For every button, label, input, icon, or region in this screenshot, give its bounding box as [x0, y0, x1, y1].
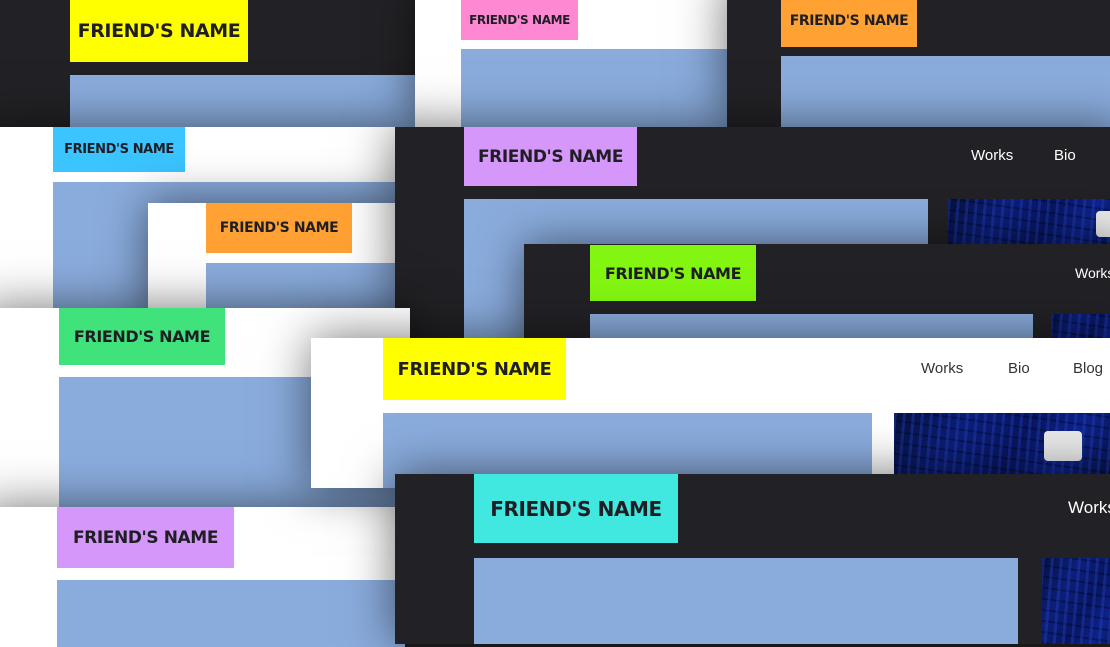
hero-placeholder	[70, 75, 415, 128]
nav-link-works[interactable]: Works	[921, 360, 963, 377]
nav-link-works[interactable]: Works	[1068, 498, 1110, 518]
friends-name-logo[interactable]: FRIEND'S NAME	[590, 245, 756, 301]
friends-name-logo[interactable]: FRIEND'S NAME	[57, 507, 234, 568]
friends-name-logo[interactable]: FRIEND'S NAME	[53, 127, 185, 172]
nav-link-blog[interactable]: Blog	[1073, 360, 1103, 377]
hero-placeholder	[57, 580, 405, 647]
nav-link-bio[interactable]: Bio	[1008, 360, 1030, 377]
site-preview-card: FRIEND'S NAME Works Bio Blog	[311, 338, 1110, 488]
friends-name-logo[interactable]: FRIEND'S NAME	[461, 0, 578, 40]
hero-placeholder	[474, 558, 1018, 644]
hero-placeholder	[781, 56, 1110, 128]
friends-name-logo[interactable]: FRIEND'S NAME	[474, 474, 678, 543]
site-preview-card: FRIEND'S NAME Works	[395, 474, 1110, 644]
friends-name-logo[interactable]: FRIEND'S NAME	[59, 308, 225, 365]
friends-name-logo[interactable]: FRIEND'S NAME	[383, 338, 566, 400]
site-preview-card: FRIEND'S NAME	[0, 507, 405, 647]
site-preview-card: FRIEND'S NAME	[727, 0, 1110, 128]
friends-name-logo[interactable]: FRIEND'S NAME	[206, 203, 352, 253]
blue-abstract-artwork	[948, 199, 1110, 244]
hero-placeholder	[461, 49, 727, 128]
friends-name-logo[interactable]: FRIEND'S NAME	[781, 0, 917, 47]
friends-name-logo[interactable]: FRIEND'S NAME	[464, 127, 637, 186]
nav-link-works[interactable]: Works	[1075, 265, 1110, 281]
nav-link-bio[interactable]: Bio	[1054, 147, 1076, 164]
site-preview-card: FRIEND'S NAME	[0, 0, 415, 128]
friends-name-logo[interactable]: FRIEND'S NAME	[70, 0, 248, 62]
blue-abstract-artwork	[1042, 558, 1110, 644]
nav-link-works[interactable]: Works	[971, 147, 1013, 164]
site-preview-card: FRIEND'S NAME	[148, 203, 408, 323]
site-preview-card: FRIEND'S NAME	[415, 0, 727, 128]
